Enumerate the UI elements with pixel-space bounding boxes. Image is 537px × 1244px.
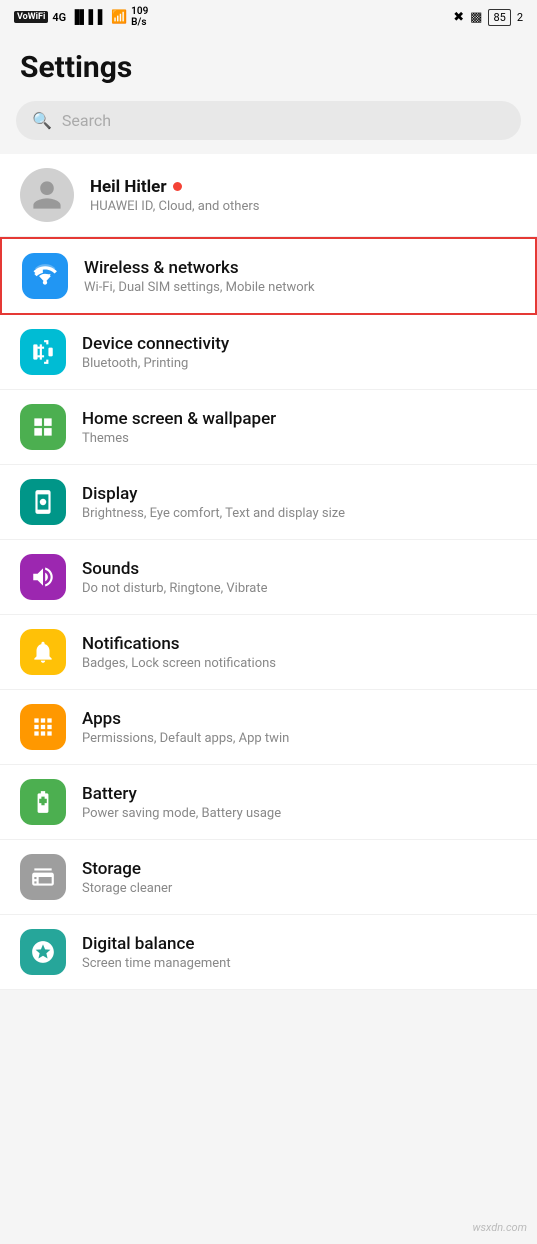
settings-item-storage[interactable]: Storage Storage cleaner bbox=[0, 840, 537, 915]
wireless-subtitle: Wi-Fi, Dual SIM settings, Mobile network bbox=[84, 280, 515, 295]
search-placeholder: Search bbox=[62, 111, 111, 130]
battery-text: Battery Power saving mode, Battery usage bbox=[82, 784, 517, 821]
vibrate-icon: ▩ bbox=[470, 10, 482, 25]
avatar bbox=[20, 168, 74, 222]
home-screen-text: Home screen & wallpaper Themes bbox=[82, 409, 517, 446]
home-screen-title: Home screen & wallpaper bbox=[82, 409, 517, 429]
wireless-text: Wireless & networks Wi-Fi, Dual SIM sett… bbox=[84, 258, 515, 295]
signal-bars: ▐▌▌▌ bbox=[70, 9, 107, 25]
wireless-title: Wireless & networks bbox=[84, 258, 515, 278]
settings-item-device-connectivity[interactable]: Device connectivity Bluetooth, Printing bbox=[0, 315, 537, 390]
wireless-icon bbox=[22, 253, 68, 299]
home-screen-icon bbox=[20, 404, 66, 450]
profile-item[interactable]: Heil Hitler HUAWEI ID, Cloud, and others bbox=[0, 154, 537, 237]
home-screen-subtitle: Themes bbox=[82, 431, 517, 446]
battery-level: 85 bbox=[493, 11, 505, 24]
display-title: Display bbox=[82, 484, 517, 504]
notifications-subtitle: Badges, Lock screen notifications bbox=[82, 656, 517, 671]
profile-name: Heil Hitler bbox=[90, 177, 517, 197]
sounds-title: Sounds bbox=[82, 559, 517, 579]
search-icon: 🔍 bbox=[32, 111, 52, 130]
vowifi-badge: VoWiFi bbox=[14, 11, 48, 23]
display-text: Display Brightness, Eye comfort, Text an… bbox=[82, 484, 517, 521]
battery-indicator: 85 bbox=[488, 9, 510, 26]
settings-item-home-screen[interactable]: Home screen & wallpaper Themes bbox=[0, 390, 537, 465]
battery-title: Battery bbox=[82, 784, 517, 804]
bluetooth-icon: ✖ bbox=[453, 10, 464, 25]
display-icon bbox=[20, 479, 66, 525]
apps-text: Apps Permissions, Default apps, App twin bbox=[82, 709, 517, 746]
status-left: VoWiFi 4G ▐▌▌▌ 📶 109B/s bbox=[14, 6, 148, 28]
page-title: Settings bbox=[0, 32, 537, 95]
settings-item-digital-balance[interactable]: Digital balance Screen time management bbox=[0, 915, 537, 990]
battery-subtitle: Power saving mode, Battery usage bbox=[82, 806, 517, 821]
search-bar[interactable]: 🔍 Search bbox=[16, 101, 521, 140]
device-connectivity-subtitle: Bluetooth, Printing bbox=[82, 356, 517, 371]
profile-subtitle: HUAWEI ID, Cloud, and others bbox=[90, 199, 517, 214]
storage-icon bbox=[20, 854, 66, 900]
status-right: ✖ ▩ 85 2 bbox=[453, 9, 523, 26]
device-connectivity-title: Device connectivity bbox=[82, 334, 517, 354]
notifications-text: Notifications Badges, Lock screen notifi… bbox=[82, 634, 517, 671]
digital-balance-subtitle: Screen time management bbox=[82, 956, 517, 971]
display-subtitle: Brightness, Eye comfort, Text and displa… bbox=[82, 506, 517, 521]
watermark: wsxdn.com bbox=[473, 1221, 527, 1234]
sounds-subtitle: Do not disturb, Ringtone, Vibrate bbox=[82, 581, 517, 596]
sounds-text: Sounds Do not disturb, Ringtone, Vibrate bbox=[82, 559, 517, 596]
apps-title: Apps bbox=[82, 709, 517, 729]
battery-icon bbox=[20, 779, 66, 825]
settings-item-battery[interactable]: Battery Power saving mode, Battery usage bbox=[0, 765, 537, 840]
online-dot bbox=[173, 182, 182, 191]
signal-strength: 4G bbox=[52, 11, 66, 24]
extra-indicator: 2 bbox=[517, 11, 523, 24]
storage-text: Storage Storage cleaner bbox=[82, 859, 517, 896]
device-connectivity-icon bbox=[20, 329, 66, 375]
apps-icon bbox=[20, 704, 66, 750]
settings-item-display[interactable]: Display Brightness, Eye comfort, Text an… bbox=[0, 465, 537, 540]
digital-balance-text: Digital balance Screen time management bbox=[82, 934, 517, 971]
sounds-icon bbox=[20, 554, 66, 600]
notifications-title: Notifications bbox=[82, 634, 517, 654]
settings-list: Heil Hitler HUAWEI ID, Cloud, and others… bbox=[0, 154, 537, 990]
settings-item-wireless[interactable]: Wireless & networks Wi-Fi, Dual SIM sett… bbox=[0, 237, 537, 315]
settings-item-apps[interactable]: Apps Permissions, Default apps, App twin bbox=[0, 690, 537, 765]
wifi-icon: 📶 bbox=[111, 10, 127, 25]
notifications-icon bbox=[20, 629, 66, 675]
apps-subtitle: Permissions, Default apps, App twin bbox=[82, 731, 517, 746]
digital-balance-title: Digital balance bbox=[82, 934, 517, 954]
digital-balance-icon bbox=[20, 929, 66, 975]
device-connectivity-text: Device connectivity Bluetooth, Printing bbox=[82, 334, 517, 371]
storage-subtitle: Storage cleaner bbox=[82, 881, 517, 896]
settings-item-sounds[interactable]: Sounds Do not disturb, Ringtone, Vibrate bbox=[0, 540, 537, 615]
profile-info: Heil Hitler HUAWEI ID, Cloud, and others bbox=[90, 177, 517, 214]
status-bar: VoWiFi 4G ▐▌▌▌ 📶 109B/s ✖ ▩ 85 2 bbox=[0, 0, 537, 32]
settings-item-notifications[interactable]: Notifications Badges, Lock screen notifi… bbox=[0, 615, 537, 690]
speed-indicator: 109B/s bbox=[131, 6, 148, 28]
storage-title: Storage bbox=[82, 859, 517, 879]
